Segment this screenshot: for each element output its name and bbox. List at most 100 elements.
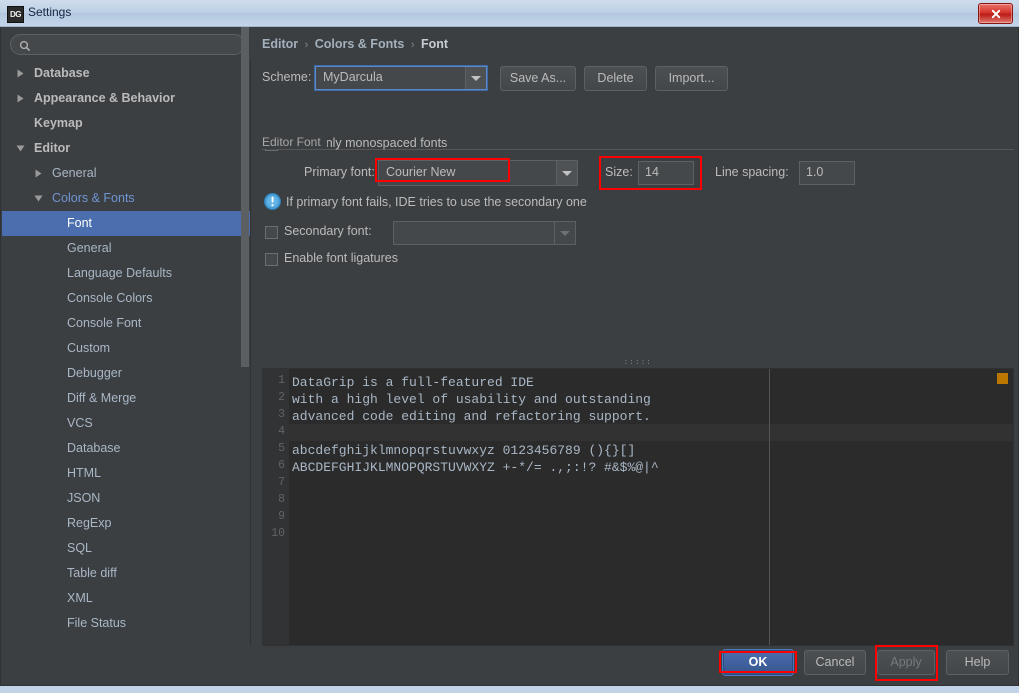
right-margin-guide [769,369,770,645]
breadcrumb-separator: › [302,39,312,51]
delete-button[interactable]: Delete [584,66,647,91]
sidebar-item-appearance-behavior[interactable]: Appearance & Behavior [2,86,250,111]
ligatures-checkbox[interactable] [265,253,278,266]
sidebar-item-label: Font [67,211,92,236]
datagrip-app-icon: DG [7,6,24,23]
sidebar-scrollbar[interactable] [241,27,249,599]
preview-code-line: with a high level of usability and outst… [292,391,651,408]
sidebar-item-sql[interactable]: SQL [2,536,250,561]
chevron-down-icon[interactable] [554,222,575,244]
sidebar-item-label: Debugger [67,361,122,386]
breadcrumb: Editor › Colors & Fonts › Font [262,37,448,51]
secondary-font-checkbox[interactable] [265,226,278,239]
sidebar-item-label: Appearance & Behavior [34,86,175,111]
sidebar-item-file-status[interactable]: File Status [2,611,250,633]
sidebar-item-font[interactable]: Font [2,211,250,236]
secondary-font-label: Secondary font: [284,224,372,238]
sidebar-item-label: Diff & Merge [67,386,136,411]
settings-window: DG Settings DatabaseAppearance & Behavio… [0,0,1019,693]
apply-button[interactable]: Apply [877,650,935,675]
chevron-right-icon[interactable] [16,86,28,111]
chevron-down-icon[interactable] [556,161,577,185]
sidebar-item-label: RegExp [67,511,111,536]
editor-font-group-label: Editor Font [262,135,327,149]
sidebar-item-keymap[interactable]: Keymap [2,111,250,136]
import-button[interactable]: Import... [655,66,728,91]
sidebar-item-debugger[interactable]: Debugger [2,361,250,386]
size-field[interactable]: 14 [638,161,694,185]
sidebar-item-regexp[interactable]: RegExp [2,511,250,536]
preview-line-number: 9 [278,510,285,523]
cancel-button[interactable]: Cancel [804,650,866,675]
chevron-right-icon[interactable] [16,61,28,86]
window-title: Settings [28,5,71,19]
breadcrumb-separator: › [408,39,418,51]
secondary-font-combo[interactable] [393,221,576,245]
primary-font-combo[interactable]: Courier New [378,160,578,186]
sidebar-item-vcs[interactable]: VCS [2,411,250,436]
preview-line-number: 7 [278,476,285,489]
sidebar-item-label: XML [67,586,93,611]
sidebar-scrollbar-thumb[interactable] [241,27,249,367]
chevron-down-icon[interactable] [34,186,46,211]
sidebar-item-json[interactable]: JSON [2,486,250,511]
breadcrumb-item-editor: Editor [262,37,298,51]
sidebar-item-console-colors[interactable]: Console Colors [2,286,250,311]
sidebar-item-label: HTML [67,461,101,486]
sidebar-item-label: Colors & Fonts [52,186,135,211]
scheme-combo[interactable]: MyDarcula [315,66,487,90]
preview-code-line: advanced code editing and refactoring su… [292,408,651,425]
sidebar-item-table-diff[interactable]: Table diff [2,561,250,586]
sidebar-item-general[interactable]: General [2,236,250,261]
sidebar-item-label: Database [67,436,121,461]
secondary-font-hint: If primary font fails, IDE tries to use … [286,195,587,209]
preview-code-line: ABCDEFGHIJKLMNOPQRSTUVWXYZ +-*/= .,;:!? … [292,459,659,476]
sidebar-item-label: VCS [67,411,93,436]
preview-line-number: 8 [278,493,285,506]
preview-line-number: 3 [278,408,285,421]
chevron-down-icon[interactable] [465,67,486,89]
line-spacing-field[interactable]: 1.0 [799,161,855,185]
chevron-right-icon[interactable] [34,161,46,186]
sidebar-item-general[interactable]: General [2,161,250,186]
size-value: 14 [645,165,659,179]
sidebar-item-label: Console Font [67,311,141,336]
sidebar-item-label: File Status [67,611,126,633]
sidebar-item-label: JSON [67,486,100,511]
preview-code-line: abcdefghijklmnopqrstuvwxyz 0123456789 ()… [292,442,635,459]
sidebar-item-label: Editor [34,136,70,161]
error-stripe-marker[interactable] [997,373,1008,384]
sidebar-item-html[interactable]: HTML [2,461,250,486]
info-icon [264,193,281,210]
preview-splitter[interactable]: ::::: [262,358,1014,368]
preview-line-number-gutter: 12345678910 [263,369,289,645]
sidebar-item-diff-merge[interactable]: Diff & Merge [2,386,250,411]
splitter-handle-icon: ::::: [624,360,653,366]
sidebar-item-language-defaults[interactable]: Language Defaults [2,261,250,286]
ok-button[interactable]: OK [723,650,793,675]
size-label: Size: [605,165,633,179]
search-box[interactable] [10,34,245,55]
help-button[interactable]: Help [946,650,1009,675]
preview-line-number: 2 [278,391,285,404]
close-icon[interactable] [978,3,1013,24]
preview-line-number: 6 [278,459,285,472]
preview-code-area[interactable]: DataGrip is a full-featured IDEwith a hi… [289,369,1013,645]
font-preview-editor[interactable]: 12345678910 DataGrip is a full-featured … [262,368,1014,646]
sidebar-item-console-font[interactable]: Console Font [2,311,250,336]
settings-tree[interactable]: DatabaseAppearance & BehaviorKeymapEdito… [2,61,250,633]
sidebar-item-label: Console Colors [67,286,152,311]
preview-caret-line [289,424,1013,441]
sidebar-item-custom[interactable]: Custom [2,336,250,361]
sidebar-item-database[interactable]: Database [2,61,250,86]
save-as-button[interactable]: Save As... [500,66,576,91]
search-input[interactable] [37,37,241,55]
chevron-down-icon[interactable] [16,136,28,161]
sidebar-item-editor[interactable]: Editor [2,136,250,161]
sidebar-item-colors-fonts[interactable]: Colors & Fonts [2,186,250,211]
sidebar-item-database[interactable]: Database [2,436,250,461]
sidebar-item-label: General [52,161,96,186]
primary-font-label: Primary font: [304,165,375,179]
preview-code-line: DataGrip is a full-featured IDE [292,374,534,391]
sidebar-item-xml[interactable]: XML [2,586,250,611]
